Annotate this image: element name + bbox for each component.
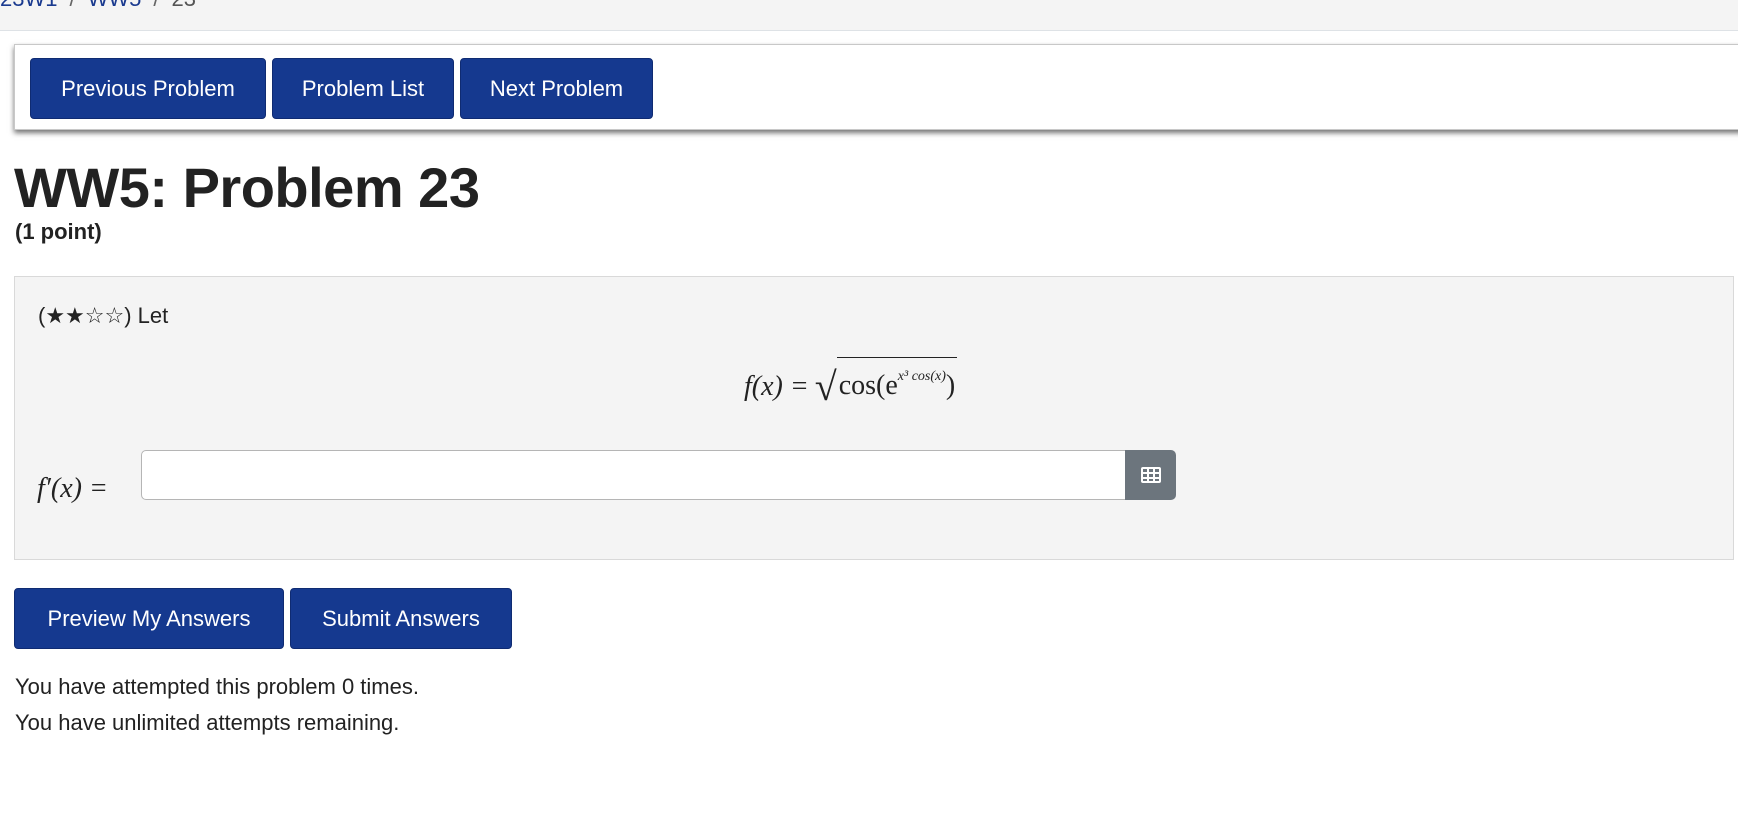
closing-paren: ) bbox=[945, 370, 956, 401]
submit-answers-button[interactable]: Submit Answers bbox=[290, 588, 512, 649]
breadcrumb-separator: / bbox=[153, 0, 159, 11]
problem-body: (★★☆☆) Let f(x) = √ cos(ex³ cos(x)) f′(x… bbox=[14, 276, 1734, 560]
answer-label: f′(x) = bbox=[37, 473, 108, 505]
breadcrumb-separator: / bbox=[69, 0, 75, 11]
square-root: √ cos(ex³ cos(x)) bbox=[815, 357, 958, 407]
function-definition: f(x) = √ cos(ex³ cos(x)) bbox=[744, 357, 958, 407]
function-rhs: cos(e bbox=[838, 370, 898, 401]
equation-editor-button[interactable] bbox=[1125, 450, 1176, 500]
answer-input[interactable] bbox=[141, 450, 1126, 500]
difficulty-stars: (★★☆☆) bbox=[38, 303, 132, 328]
radical-sign-icon: √ bbox=[814, 364, 837, 409]
breadcrumb-link-course[interactable]: 23W1 bbox=[0, 0, 57, 11]
preview-answers-button[interactable]: Preview My Answers bbox=[14, 588, 284, 649]
attempts-status: You have attempted this problem 0 times. bbox=[15, 674, 419, 699]
intro-text: Let bbox=[137, 303, 169, 328]
problem-points: (1 point) bbox=[15, 219, 102, 244]
function-lhs: f(x) = bbox=[744, 371, 809, 402]
breadcrumb-link-set[interactable]: WW5 bbox=[88, 0, 142, 11]
breadcrumb: 23W1 / WW5 / 23 bbox=[0, 0, 196, 12]
next-problem-button[interactable]: Next Problem bbox=[460, 58, 653, 119]
problem-list-button[interactable]: Problem List bbox=[272, 58, 454, 119]
remaining-status: You have unlimited attempts remaining. bbox=[15, 710, 400, 735]
breadcrumb-current: 23 bbox=[172, 0, 196, 11]
problem-nav-panel: Previous Problem Problem List Next Probl… bbox=[14, 44, 1738, 130]
problem-intro: (★★☆☆) Let bbox=[38, 303, 168, 329]
breadcrumb-bar: 23W1 / WW5 / 23 bbox=[0, 0, 1738, 31]
answer-label-text: f′(x) = bbox=[37, 473, 108, 504]
exponent: x³ cos(x) bbox=[897, 369, 946, 384]
page-title: WW5: Problem 23 bbox=[14, 156, 480, 219]
previous-problem-button[interactable]: Previous Problem bbox=[30, 58, 266, 119]
radicand: cos(ex³ cos(x)) bbox=[836, 357, 958, 403]
grid-icon bbox=[1140, 467, 1161, 483]
